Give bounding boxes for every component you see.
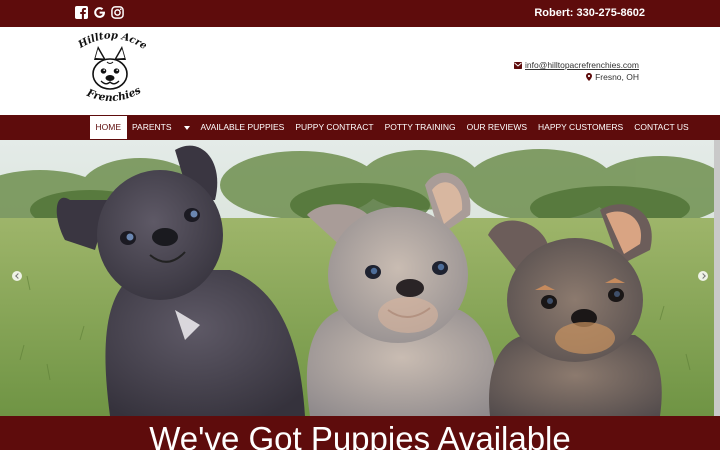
social-links bbox=[75, 6, 124, 19]
nav-item-label: HAPPY CUSTOMERS bbox=[538, 122, 624, 132]
nav-item-label: HOME bbox=[95, 122, 122, 132]
puppies-available-banner: We've Got Puppies Available bbox=[0, 416, 720, 450]
main-nav: HOME PARENTS AVAILABLE PUPPIES PUPPY CON… bbox=[0, 115, 720, 140]
slider-prev-button[interactable] bbox=[12, 271, 22, 281]
site-logo[interactable]: Hilltop Acre Frenchies bbox=[74, 30, 146, 110]
nav-item-parents[interactable]: PARENTS bbox=[127, 115, 196, 140]
dropdown-caret-icon[interactable] bbox=[183, 125, 190, 130]
envelope-icon bbox=[514, 61, 522, 69]
svg-text:Hilltop Acre: Hilltop Acre bbox=[76, 30, 146, 52]
phone-number[interactable]: Robert: 330-275-8602 bbox=[534, 7, 645, 19]
banner-heading: We've Got Puppies Available bbox=[149, 420, 571, 450]
logo-text-top: Hilltop Acre bbox=[76, 30, 146, 52]
nav-item-label: OUR REVIEWS bbox=[466, 122, 528, 132]
google-icon[interactable] bbox=[93, 6, 106, 19]
slider-edge bbox=[714, 140, 720, 416]
nav-item-label: AVAILABLE PUPPIES bbox=[200, 122, 285, 132]
nav-item-label: CONTACT US bbox=[634, 122, 689, 132]
hero-puppies-photo bbox=[0, 140, 720, 416]
top-bar: Robert: 330-275-8602 bbox=[0, 0, 720, 27]
facebook-icon[interactable] bbox=[75, 6, 88, 19]
nav-item-potty-training[interactable]: POTTY TRAINING bbox=[379, 115, 461, 140]
instagram-icon[interactable] bbox=[111, 6, 124, 19]
slider-next-button[interactable] bbox=[698, 271, 708, 281]
nav-item-available-puppies[interactable]: AVAILABLE PUPPIES bbox=[195, 115, 290, 140]
site-header: Hilltop Acre Frenchies bbox=[0, 27, 720, 115]
nav-item-puppy-contract[interactable]: PUPPY CONTRACT bbox=[290, 115, 379, 140]
hero-slider bbox=[0, 140, 720, 416]
header-contact: info@hilltopacrefrenchies.com Fresno, OH bbox=[514, 59, 639, 83]
nav-item-our-reviews[interactable]: OUR REVIEWS bbox=[461, 115, 532, 140]
location-text: Fresno, OH bbox=[595, 72, 639, 82]
nav-item-label: PUPPY CONTRACT bbox=[295, 122, 374, 132]
map-marker-icon bbox=[586, 73, 593, 81]
nav-item-label: PARENTS bbox=[132, 122, 172, 132]
email-link[interactable]: info@hilltopacrefrenchies.com bbox=[525, 59, 639, 71]
nav-item-label: POTTY TRAINING bbox=[384, 122, 456, 132]
nav-item-happy-customers[interactable]: HAPPY CUSTOMERS bbox=[533, 115, 629, 140]
nav-item-contact-us[interactable]: CONTACT US bbox=[629, 115, 694, 140]
nav-item-home[interactable]: HOME bbox=[90, 116, 127, 139]
